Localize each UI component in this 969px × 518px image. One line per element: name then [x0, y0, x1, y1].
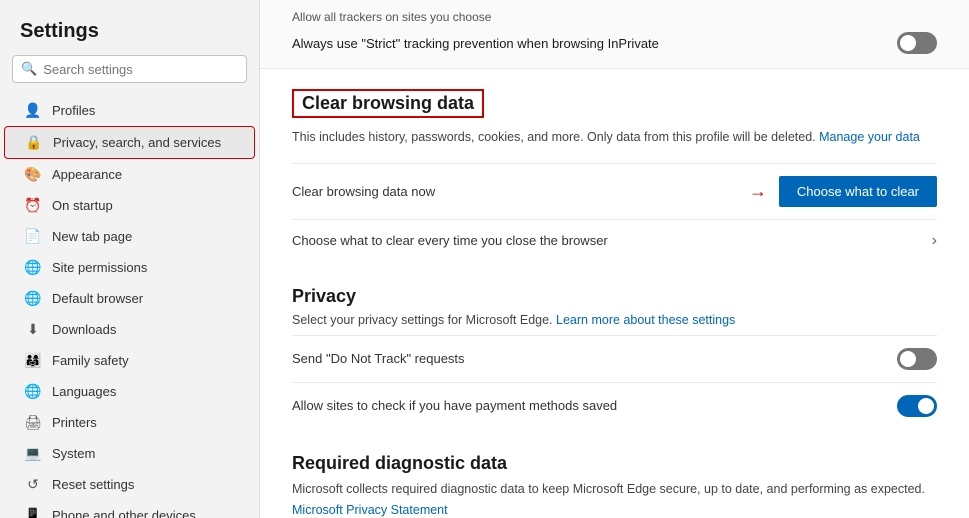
clear-everytime-label: Choose what to clear every time you clos… — [292, 233, 608, 248]
sidebar-item-default-browser[interactable]: 🌐 Default browser — [4, 283, 255, 314]
sidebar-item-new-tab[interactable]: 📄 New tab page — [4, 221, 255, 252]
languages-icon: 🌐 — [24, 383, 42, 400]
sidebar-item-appearance[interactable]: 🎨 Appearance — [4, 159, 255, 190]
sidebar-item-label: System — [52, 446, 95, 461]
payment-toggle[interactable] — [897, 395, 937, 417]
chevron-right-icon: › — [932, 232, 937, 250]
arrow-right-icon: → — [749, 181, 767, 202]
clear-browsing-desc: This includes history, passwords, cookie… — [292, 128, 937, 147]
required-desc-text: Microsoft collects required diagnostic d… — [292, 482, 925, 496]
profile-icon: 👤 — [24, 102, 42, 119]
main-content: Allow all trackers on sites you choose A… — [260, 0, 969, 518]
toggle-slider — [897, 32, 937, 54]
sidebar-item-label: New tab page — [52, 229, 132, 244]
sidebar-item-label: Site permissions — [52, 260, 147, 275]
privacy-desc: Select your privacy settings for Microso… — [292, 313, 937, 327]
clear-now-actions: → Choose what to clear — [749, 176, 937, 207]
sidebar-item-phone[interactable]: 📱 Phone and other devices — [4, 500, 255, 518]
sidebar-item-label: Printers — [52, 415, 97, 430]
sidebar-item-label: Profiles — [52, 103, 95, 118]
dnt-label: Send "Do Not Track" requests — [292, 351, 465, 366]
sidebar-item-languages[interactable]: 🌐 Languages — [4, 376, 255, 407]
newtab-icon: 📄 — [24, 228, 42, 245]
sidebar: Settings 🔍 👤 Profiles 🔒 Privacy, search,… — [0, 0, 260, 518]
required-diagnostic-desc: Microsoft collects required diagnostic d… — [292, 480, 937, 518]
dnt-toggle[interactable] — [897, 348, 937, 370]
tracking-snippet: Allow all trackers on sites you choose A… — [260, 0, 969, 69]
sidebar-item-label: Languages — [52, 384, 116, 399]
learn-more-link[interactable]: Learn more about these settings — [556, 313, 735, 327]
sidebar-item-label: Privacy, search, and services — [53, 135, 221, 150]
system-icon: 💻 — [24, 445, 42, 462]
downloads-icon: ⬇ — [24, 321, 42, 338]
sidebar-item-label: Family safety — [52, 353, 129, 368]
sidebar-item-on-startup[interactable]: ⏰ On startup — [4, 190, 255, 221]
clear-browsing-title: Clear browsing data — [302, 93, 474, 114]
search-icon: 🔍 — [21, 61, 37, 77]
required-diagnostic-heading: Required diagnostic data — [292, 453, 937, 474]
reset-icon: ↺ — [24, 476, 42, 493]
sidebar-item-label: Default browser — [52, 291, 143, 306]
sidebar-item-site-permissions[interactable]: 🌐 Site permissions — [4, 252, 255, 283]
sidebar-item-profiles[interactable]: 👤 Profiles — [4, 95, 255, 126]
sidebar-item-privacy[interactable]: 🔒 Privacy, search, and services — [4, 126, 255, 159]
clear-browsing-desc-text: This includes history, passwords, cookie… — [292, 130, 816, 144]
privacy-heading: Privacy — [292, 286, 937, 307]
printers-icon: 🖨 — [24, 414, 42, 431]
lock-icon: 🔒 — [25, 134, 43, 151]
privacy-desc-text: Select your privacy settings for Microso… — [292, 313, 553, 327]
sidebar-item-label: Downloads — [52, 322, 116, 337]
clear-now-label: Clear browsing data now — [292, 184, 435, 199]
inprivate-toggle-row: Always use "Strict" tracking prevention … — [292, 24, 937, 58]
sidebar-item-system[interactable]: 💻 System — [4, 438, 255, 469]
sidebar-item-label: Appearance — [52, 167, 122, 182]
manage-data-link[interactable]: Manage your data — [819, 130, 920, 144]
sidebar-item-family-safety[interactable]: 👨‍👩‍👧 Family safety — [4, 345, 255, 376]
sidebar-item-label: Phone and other devices — [52, 508, 196, 518]
payment-toggle-slider — [897, 395, 937, 417]
phone-icon: 📱 — [24, 507, 42, 518]
startup-icon: ⏰ — [24, 197, 42, 214]
default-browser-icon: 🌐 — [24, 290, 42, 307]
clear-now-row: Clear browsing data now → Choose what to… — [292, 163, 937, 219]
sidebar-title: Settings — [0, 12, 259, 55]
clear-browsing-title-box: Clear browsing data — [292, 89, 484, 118]
inprivate-toggle[interactable] — [897, 32, 937, 54]
clear-everytime-row[interactable]: Choose what to clear every time you clos… — [292, 219, 937, 262]
dnt-row: Send "Do Not Track" requests — [292, 335, 937, 382]
payment-row: Allow sites to check if you have payment… — [292, 382, 937, 429]
search-input[interactable] — [43, 62, 238, 77]
sidebar-item-label: On startup — [52, 198, 113, 213]
sidebar-item-printers[interactable]: 🖨 Printers — [4, 407, 255, 438]
inprivate-label: Always use "Strict" tracking prevention … — [292, 36, 659, 51]
privacy-statement-link[interactable]: Microsoft Privacy Statement — [292, 501, 937, 518]
site-permissions-icon: 🌐 — [24, 259, 42, 276]
trackers-subtitle: Allow all trackers on sites you choose — [292, 10, 937, 24]
content-body: Clear browsing data This includes histor… — [260, 69, 969, 518]
sidebar-item-reset[interactable]: ↺ Reset settings — [4, 469, 255, 500]
choose-what-to-clear-button[interactable]: Choose what to clear — [779, 176, 937, 207]
search-box: 🔍 — [12, 55, 247, 83]
dnt-toggle-slider — [897, 348, 937, 370]
payment-label: Allow sites to check if you have payment… — [292, 398, 617, 413]
appearance-icon: 🎨 — [24, 166, 42, 183]
sidebar-item-downloads[interactable]: ⬇ Downloads — [4, 314, 255, 345]
sidebar-item-label: Reset settings — [52, 477, 134, 492]
family-icon: 👨‍👩‍👧 — [24, 352, 42, 369]
